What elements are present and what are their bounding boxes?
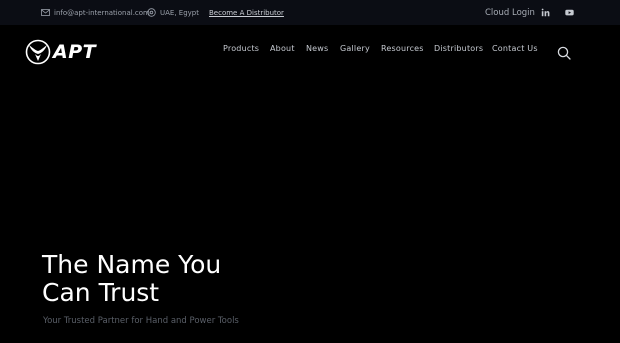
location-text: UAE, Egypt xyxy=(160,8,199,17)
cloud-login-link[interactable]: Cloud Login xyxy=(485,0,535,25)
nav-item-contact-us[interactable]: Contact Us xyxy=(492,44,538,53)
nav-item-products[interactable]: Products xyxy=(223,44,259,53)
top-bar: info@apt-international.com UAE, Egypt Be… xyxy=(0,0,620,25)
cloud-login-label: Cloud Login xyxy=(485,7,535,18)
youtube-icon[interactable] xyxy=(565,8,574,17)
become-distributor-label: Become A Distributor xyxy=(209,8,284,17)
search-icon[interactable] xyxy=(557,46,571,60)
email-contact[interactable]: info@apt-international.com xyxy=(41,0,150,25)
mail-icon xyxy=(41,8,50,17)
hero-title-line2: Can Trust xyxy=(42,278,160,307)
linkedin-icon[interactable] xyxy=(541,8,550,17)
location-pin-icon xyxy=(147,8,156,17)
nav-item-distributors[interactable]: Distributors xyxy=(434,44,483,53)
email-text: info@apt-international.com xyxy=(54,8,150,17)
hero-title-line1: The Name You xyxy=(42,250,222,279)
apt-logo-icon xyxy=(25,39,51,65)
nav-item-resources[interactable]: Resources xyxy=(381,44,424,53)
become-distributor-link[interactable]: Become A Distributor xyxy=(209,0,284,25)
apt-logo[interactable]: APT xyxy=(25,38,96,66)
nav-item-news[interactable]: News xyxy=(306,44,328,53)
nav-item-gallery[interactable]: Gallery xyxy=(340,44,370,53)
hero-subtitle: Your Trusted Partner for Hand and Power … xyxy=(43,316,239,326)
hero-title: The Name You Can Trust xyxy=(42,251,302,307)
logo-text: APT xyxy=(53,41,97,63)
location-info: UAE, Egypt xyxy=(147,0,199,25)
nav-item-about[interactable]: About xyxy=(270,44,295,53)
